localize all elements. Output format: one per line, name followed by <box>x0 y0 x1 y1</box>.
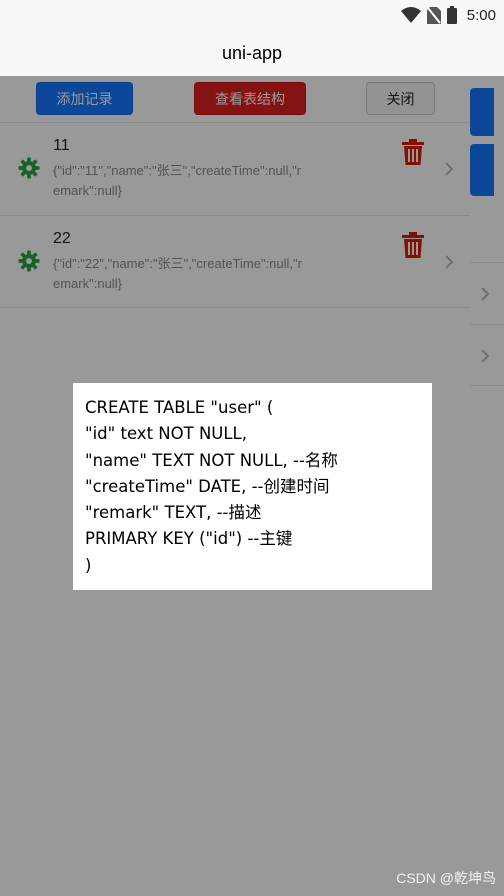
schema-line: "remark" TEXT, --描述 <box>85 503 262 523</box>
schema-modal: CREATE TABLE "user" ( "id" text NOT NULL… <box>73 383 432 590</box>
schema-line: CREATE TABLE "user" ( <box>85 398 274 417</box>
schema-line: PRIMARY KEY ("id") --主键 <box>85 529 293 549</box>
schema-line: "createTime" DATE, --创建时间 <box>85 476 330 496</box>
status-icons: 5:00 <box>400 4 496 26</box>
schema-line: "name" TEXT NOT NULL, --名称 <box>85 450 338 470</box>
status-time: 5:00 <box>466 6 496 24</box>
nav-bar: uni-app <box>0 30 504 76</box>
battery-icon <box>446 6 457 24</box>
status-bar: 5:00 <box>0 0 504 30</box>
schema-line: ) <box>85 555 92 575</box>
no-sim-icon <box>426 6 441 24</box>
page-title: uni-app <box>221 42 283 63</box>
schema-line: "id" text NOT NULL, <box>85 424 247 444</box>
watermark: CSDN @乾坤鸟 <box>396 870 496 886</box>
wifi-icon <box>400 7 421 23</box>
